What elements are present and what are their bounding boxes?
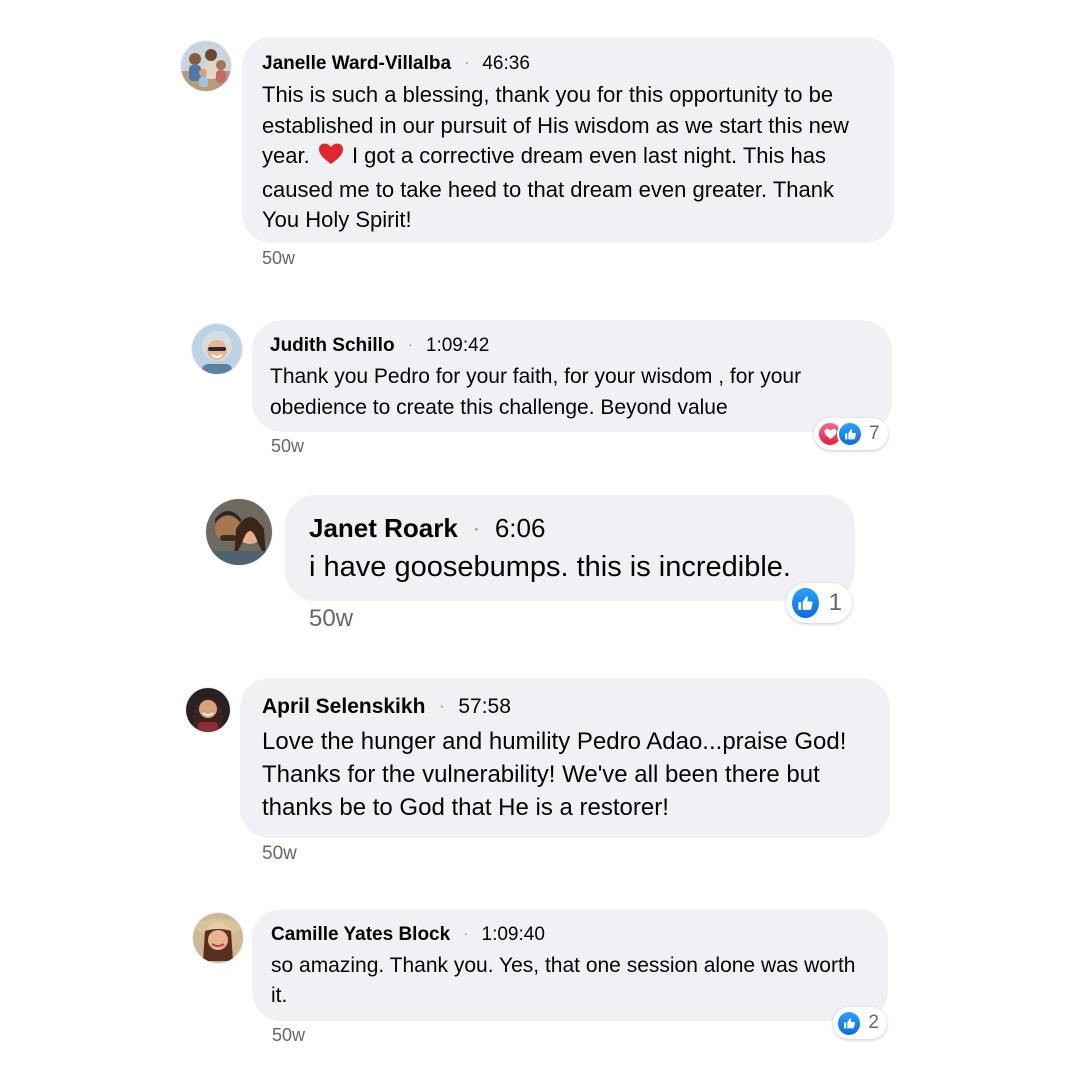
comment-text: This is such a blessing, thank you for t… [262, 80, 874, 236]
separator-dot: · [439, 698, 445, 715]
comment-bubble: Judith Schillo · 1:09:42 Thank you Pedro… [252, 320, 892, 432]
avatar-woman-photo [192, 324, 242, 374]
comment-age[interactable]: 50w [262, 248, 295, 269]
avatar-woman-hat-photo [193, 913, 243, 963]
video-timestamp[interactable]: 6:06 [495, 513, 546, 543]
reaction-count: 2 [868, 1012, 879, 1033]
avatar-woman-photo [186, 688, 230, 732]
comment-text: so amazing. Thank you. Yes, that one ses… [271, 954, 856, 1007]
avatar[interactable] [186, 688, 230, 732]
comment-bubble: April Selenskikh · 57:58 Love the hunger… [240, 678, 890, 838]
avatar[interactable] [192, 324, 242, 374]
reactions-pill[interactable]: 2 [833, 1007, 887, 1039]
like-icon [836, 1009, 863, 1037]
separator-dot: · [464, 55, 470, 71]
avatar-couple-photo [206, 499, 272, 565]
avatar-family-photo [181, 41, 231, 91]
comment-bubble: Janet Roark · 6:06 i have goosebumps. th… [285, 495, 855, 601]
video-timestamp[interactable]: 1:09:42 [426, 335, 489, 356]
comment-text: i have goosebumps. this is incredible. [309, 551, 791, 583]
separator-dot: · [407, 337, 413, 353]
commenter-name[interactable]: Camille Yates Block [271, 924, 450, 945]
comment-age[interactable]: 50w [309, 605, 353, 633]
reactions-pill[interactable]: 1 [786, 583, 852, 623]
comment-bubble: Camille Yates Block · 1:09:40 so amazing… [252, 909, 888, 1021]
video-timestamp[interactable]: 1:09:40 [482, 924, 545, 945]
commenter-name[interactable]: Janet Roark [309, 513, 458, 543]
comment-bubble: Janelle Ward-Villalba · 46:36 This is su… [242, 37, 894, 243]
avatar[interactable] [181, 41, 231, 91]
comment-text: Thank you Pedro for your faith, for your… [270, 365, 802, 419]
comment-age[interactable]: 50w [262, 843, 297, 865]
comment-age[interactable]: 50w [271, 436, 304, 457]
like-icon [837, 421, 863, 447]
video-timestamp[interactable]: 46:36 [482, 53, 530, 74]
comment-text-part-2: I got a corrective dream even last night… [262, 143, 834, 232]
commenter-name[interactable]: Judith Schillo [270, 335, 395, 356]
separator-dot: · [463, 926, 469, 942]
reaction-count: 1 [828, 589, 842, 616]
comment-text: Love the hunger and humility Pedro Adao.… [262, 728, 847, 821]
avatar[interactable] [193, 913, 243, 963]
video-timestamp[interactable]: 57:58 [458, 695, 511, 718]
reaction-count: 7 [869, 423, 880, 444]
avatar[interactable] [206, 499, 272, 565]
separator-dot: · [473, 518, 480, 540]
commenter-name[interactable]: April Selenskikh [262, 695, 425, 718]
comment-age[interactable]: 50w [272, 1025, 305, 1046]
red-heart-emoji-icon [318, 142, 344, 175]
reactions-pill[interactable]: 7 [814, 418, 888, 450]
commenter-name[interactable]: Janelle Ward-Villalba [262, 53, 451, 74]
like-icon [790, 586, 821, 620]
